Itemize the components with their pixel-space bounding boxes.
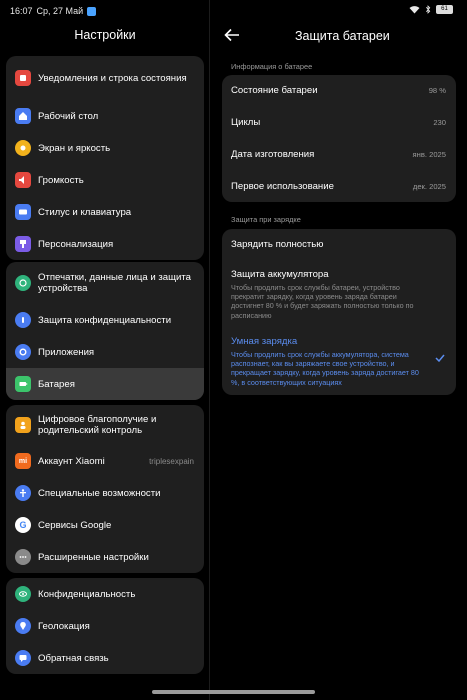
settings-item-label: Рабочий стол [38,110,99,122]
settings-item-label: Батарея [38,378,75,390]
info-label: Состояние батареи [231,85,318,97]
page-title: Защита батареи [295,29,390,43]
settings-item-label: Специальные возможности [38,487,161,499]
battery-health-row[interactable]: Состояние батареи 98 % [222,75,456,107]
fingerprint-icon [15,275,31,291]
volume-icon [15,172,31,188]
settings-item-xiaomi-account[interactable]: mi Аккаунт Xiaomi triplesexpain [6,445,204,477]
location-icon [15,618,31,634]
smart-charging-option[interactable]: Умная зарядка Чтобы продлить срок службы… [222,336,456,387]
settings-item-google[interactable]: G Сервисы Google [6,509,204,541]
option-description: Чтобы продлить срок службы аккумулятора,… [231,350,419,387]
settings-item-apps[interactable]: Приложения [6,336,204,368]
settings-item-label: Цифровое благополучие и родительский кон… [38,414,157,436]
battery-info-card: Состояние батареи 98 % Циклы 230 Дата из… [222,75,456,202]
settings-item-label: Стилус и клавиатура [38,206,132,218]
settings-item-label: Конфиденциальность [38,588,136,600]
option-title: Умная зарядка [231,336,298,347]
settings-item-label: Приложения [38,346,95,358]
battery-cycles-row[interactable]: Циклы 230 [222,107,456,139]
settings-item-label: Громкость [38,174,84,186]
settings-item-label: Сервисы Google [38,519,112,531]
pane-divider [209,0,210,700]
option-description: Чтобы продлить срок службы батареи, устр… [231,283,414,320]
info-value: 230 [433,118,446,128]
settings-item-label: Расширенные настройки [38,551,149,563]
feedback-icon [15,650,31,666]
charging-section-label: Защита при зарядке [231,215,301,224]
gesture-home-bar[interactable] [152,690,315,694]
charge-fully-option[interactable]: Зарядить полностью [222,239,456,251]
settings-item-personalization[interactable]: Персонализация [6,228,204,260]
settings-item-label: Отпечатки, данные лица и защита устройст… [38,272,191,294]
info-value: янв. 2025 [412,149,446,159]
back-arrow-icon[interactable] [224,28,240,42]
app-notification-icon [87,6,97,16]
battery-info-section-label: Информация о батарее [231,62,313,71]
battery-icon [15,376,31,392]
xiaomi-icon: mi [15,453,31,469]
settings-item-advanced[interactable]: Расширенные настройки [6,541,204,573]
detail-header: Защита батареи [210,22,467,50]
info-value: дек. 2025 [412,181,446,191]
settings-title: Настройки [74,28,136,42]
settings-item-label: Аккаунт Xiaomi [38,455,105,467]
settings-item-label: Экран и яркость [38,142,111,154]
wifi-icon [409,6,420,14]
settings-item-label: Защита конфиденциальности [38,314,172,326]
gear-icon [15,344,31,360]
battery-protection-option[interactable]: Защита аккумулятора Чтобы продлить срок … [222,269,456,320]
settings-item-label: Геолокация [38,620,90,632]
info-label: Циклы [231,117,261,129]
bluetooth-icon [425,5,431,14]
charging-options-card: Зарядить полностью Защита аккумулятора Ч… [222,229,456,395]
settings-item-wellbeing[interactable]: Цифровое благополучие и родительский кон… [6,405,204,445]
first-use-row[interactable]: Первое использование дек. 2025 [222,170,456,202]
option-title: Защита аккумулятора [231,269,329,280]
settings-item-home[interactable]: Рабочий стол [6,100,204,132]
option-title: Зарядить полностью [231,239,324,250]
notification-icon [15,70,31,86]
settings-item-stylus[interactable]: Стилус и клавиатура [6,196,204,228]
info-label: Первое использование [231,180,334,192]
checkmark-icon [435,354,445,362]
settings-group-3: Цифровое благополучие и родительский кон… [6,405,204,573]
more-icon [15,549,31,565]
status-bar: 16:07 Ср, 27 Май 61 [0,0,467,22]
wellbeing-icon [15,417,31,433]
keyboard-icon [15,204,31,220]
settings-item-privacy-protection[interactable]: Защита конфиденциальности [6,304,204,336]
settings-item-accessibility[interactable]: Специальные возможности [6,477,204,509]
status-time: 16:07 [10,6,33,16]
settings-item-label: Уведомления и строка состояния [38,72,187,84]
eye-icon [15,586,31,602]
settings-item-volume[interactable]: Громкость [6,164,204,196]
settings-item-notifications[interactable]: Уведомления и строка состояния [6,56,204,100]
settings-item-display[interactable]: Экран и яркость [6,132,204,164]
settings-group-4: Конфиденциальность Геолокация Обратная с… [6,578,204,674]
settings-item-label: Персонализация [38,238,114,250]
info-label: Дата изготовления [231,148,315,160]
settings-group-2: Отпечатки, данные лица и защита устройст… [6,262,204,400]
settings-group-1: Уведомления и строка состояния Рабочий с… [6,56,204,260]
manufacture-date-row[interactable]: Дата изготовления янв. 2025 [222,139,456,171]
account-username: triplesexpain [149,456,194,466]
sun-icon [15,140,31,156]
settings-item-location[interactable]: Геолокация [6,610,204,642]
settings-item-battery[interactable]: Батарея [6,368,204,400]
brush-icon [15,236,31,252]
settings-item-security[interactable]: Отпечатки, данные лица и защита устройст… [6,262,204,304]
settings-item-feedback[interactable]: Обратная связь [6,642,204,674]
settings-item-confidentiality[interactable]: Конфиденциальность [6,578,204,610]
google-icon: G [15,517,31,533]
info-value: 98 % [428,86,446,96]
battery-status-icon: 61 [436,5,453,14]
settings-item-label: Обратная связь [38,652,109,664]
status-date: Ср, 27 Май [36,6,84,16]
accessibility-icon [15,485,31,501]
home-icon [15,108,31,124]
privacy-icon [15,312,31,328]
